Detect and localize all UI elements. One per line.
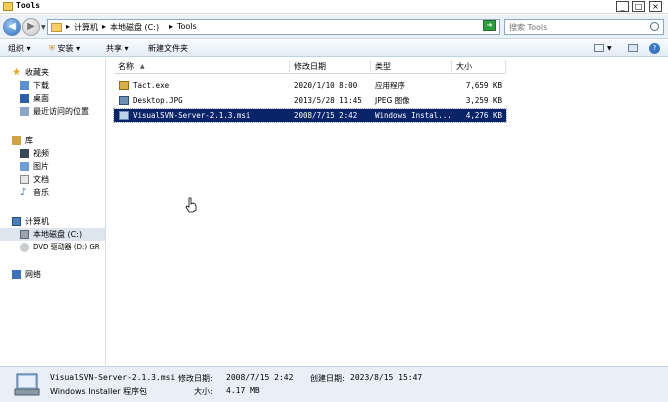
file-row[interactable]: Tact.exe 2020/1/10 8:00 应用程序 7,659 KB: [114, 79, 506, 92]
details-pane: VisualSVN-Server-2.1.3.msi 修改日期: 2008/7/…: [0, 366, 668, 402]
search-box[interactable]: [504, 19, 664, 35]
installer-package-icon: [14, 373, 40, 396]
folder-icon: [3, 2, 13, 11]
column-header-type[interactable]: 类型: [371, 60, 452, 74]
maximize-button[interactable]: □: [632, 1, 645, 12]
install-button[interactable]: ⛨ 安装 ▾: [49, 43, 80, 54]
breadcrumb-tools[interactable]: Tools: [177, 22, 197, 31]
pictures-icon: [20, 162, 29, 171]
back-button[interactable]: ◀: [3, 18, 21, 36]
sort-ascending-icon: ▲: [140, 63, 145, 70]
dvd-icon: [20, 243, 29, 252]
network-icon: [12, 270, 21, 279]
title-bar: Tools _ □ ×: [0, 0, 668, 14]
column-header-date[interactable]: 修改日期: [290, 60, 371, 74]
desktop-icon: [20, 94, 29, 103]
details-filetype: Windows Installer 程序包: [50, 387, 148, 396]
exe-file-icon: [119, 81, 129, 90]
shield-icon: ⛨: [49, 44, 55, 53]
forward-button[interactable]: ▶: [22, 18, 40, 36]
search-icon[interactable]: [650, 22, 659, 31]
column-header-name[interactable]: 名称 ▲: [114, 60, 290, 74]
crumb-separator-icon[interactable]: ▸: [102, 22, 106, 31]
video-icon: [20, 149, 29, 158]
nav-item-local-disk[interactable]: 本地磁盘 (C:): [0, 228, 105, 241]
share-button[interactable]: 共享 ▾: [106, 43, 129, 54]
star-icon: ★: [12, 67, 21, 78]
details-created-label: 创建日期:: [310, 374, 345, 383]
search-input[interactable]: [509, 21, 639, 33]
details-filename: VisualSVN-Server-2.1.3.msi: [50, 373, 176, 382]
breadcrumb-computer[interactable]: 计算机: [74, 22, 98, 33]
address-bar[interactable]: ▸ 计算机 ▸ 本地磁盘 (C:) ▸ Tools ▼: [47, 19, 500, 35]
view-dropdown-icon[interactable]: ▼: [607, 45, 612, 52]
image-file-icon: [119, 96, 129, 105]
details-size-label: 大小:: [194, 387, 213, 396]
crumb-separator-icon[interactable]: ▸: [66, 22, 70, 31]
recent-places-icon: [20, 107, 29, 116]
music-icon: ♪: [20, 187, 27, 198]
close-button[interactable]: ×: [649, 1, 662, 12]
column-header-size[interactable]: 大小: [452, 60, 506, 74]
organize-button[interactable]: 组织 ▾: [8, 43, 31, 54]
documents-icon: [20, 175, 29, 184]
preview-pane-icon[interactable]: [628, 44, 638, 52]
details-size-value: 4.17 MB: [226, 386, 260, 395]
window-title: Tools: [16, 1, 41, 10]
details-modified-value: 2008/7/15 2:42: [226, 373, 294, 382]
crumb-separator-icon[interactable]: ▸: [169, 22, 173, 31]
hand-cursor-icon: [185, 197, 197, 213]
downloads-icon: [20, 81, 29, 90]
refresh-button[interactable]: ➜: [483, 20, 496, 31]
new-folder-button[interactable]: 新建文件夹: [148, 43, 188, 54]
minimize-button[interactable]: _: [616, 1, 629, 12]
drive-icon: [20, 230, 29, 239]
breadcrumb-local-disk[interactable]: 本地磁盘 (C:): [110, 22, 159, 33]
computer-icon: [12, 217, 21, 226]
help-icon[interactable]: ?: [649, 43, 660, 54]
details-modified-label: 修改日期:: [178, 374, 213, 383]
forward-arrow-icon: ▶: [27, 21, 35, 32]
file-row-selected[interactable]: VisualSVN-Server-2.1.3.msi 2008/7/15 2:4…: [113, 108, 507, 123]
details-created-value: 2023/8/15 15:47: [350, 373, 423, 382]
column-headers: 名称 ▲ 修改日期 类型 大小: [114, 60, 506, 74]
back-arrow-icon: ◀: [8, 21, 16, 32]
installer-file-icon: [119, 111, 129, 120]
navigation-pane: ★ 收藏夹 下载 桌面 最近访问的位置 库 视频 图片 文档 ♪ 音乐 计算机 …: [0, 58, 106, 365]
file-row[interactable]: Desktop.JPG 2013/5/28 11:45 JPEG 图像 3,25…: [114, 94, 506, 107]
change-view-icon[interactable]: [594, 44, 604, 52]
address-row: ◀ ▶ ▼ ▸ 计算机 ▸ 本地磁盘 (C:) ▸ Tools ▼ ➜: [0, 15, 668, 39]
command-bar: 组织 ▾ ⛨ 安装 ▾ 共享 ▾ 新建文件夹 ▼ ?: [0, 40, 668, 57]
history-dropdown-icon[interactable]: ▼: [41, 24, 46, 31]
folder-icon: [51, 23, 62, 32]
library-icon: [12, 136, 21, 145]
